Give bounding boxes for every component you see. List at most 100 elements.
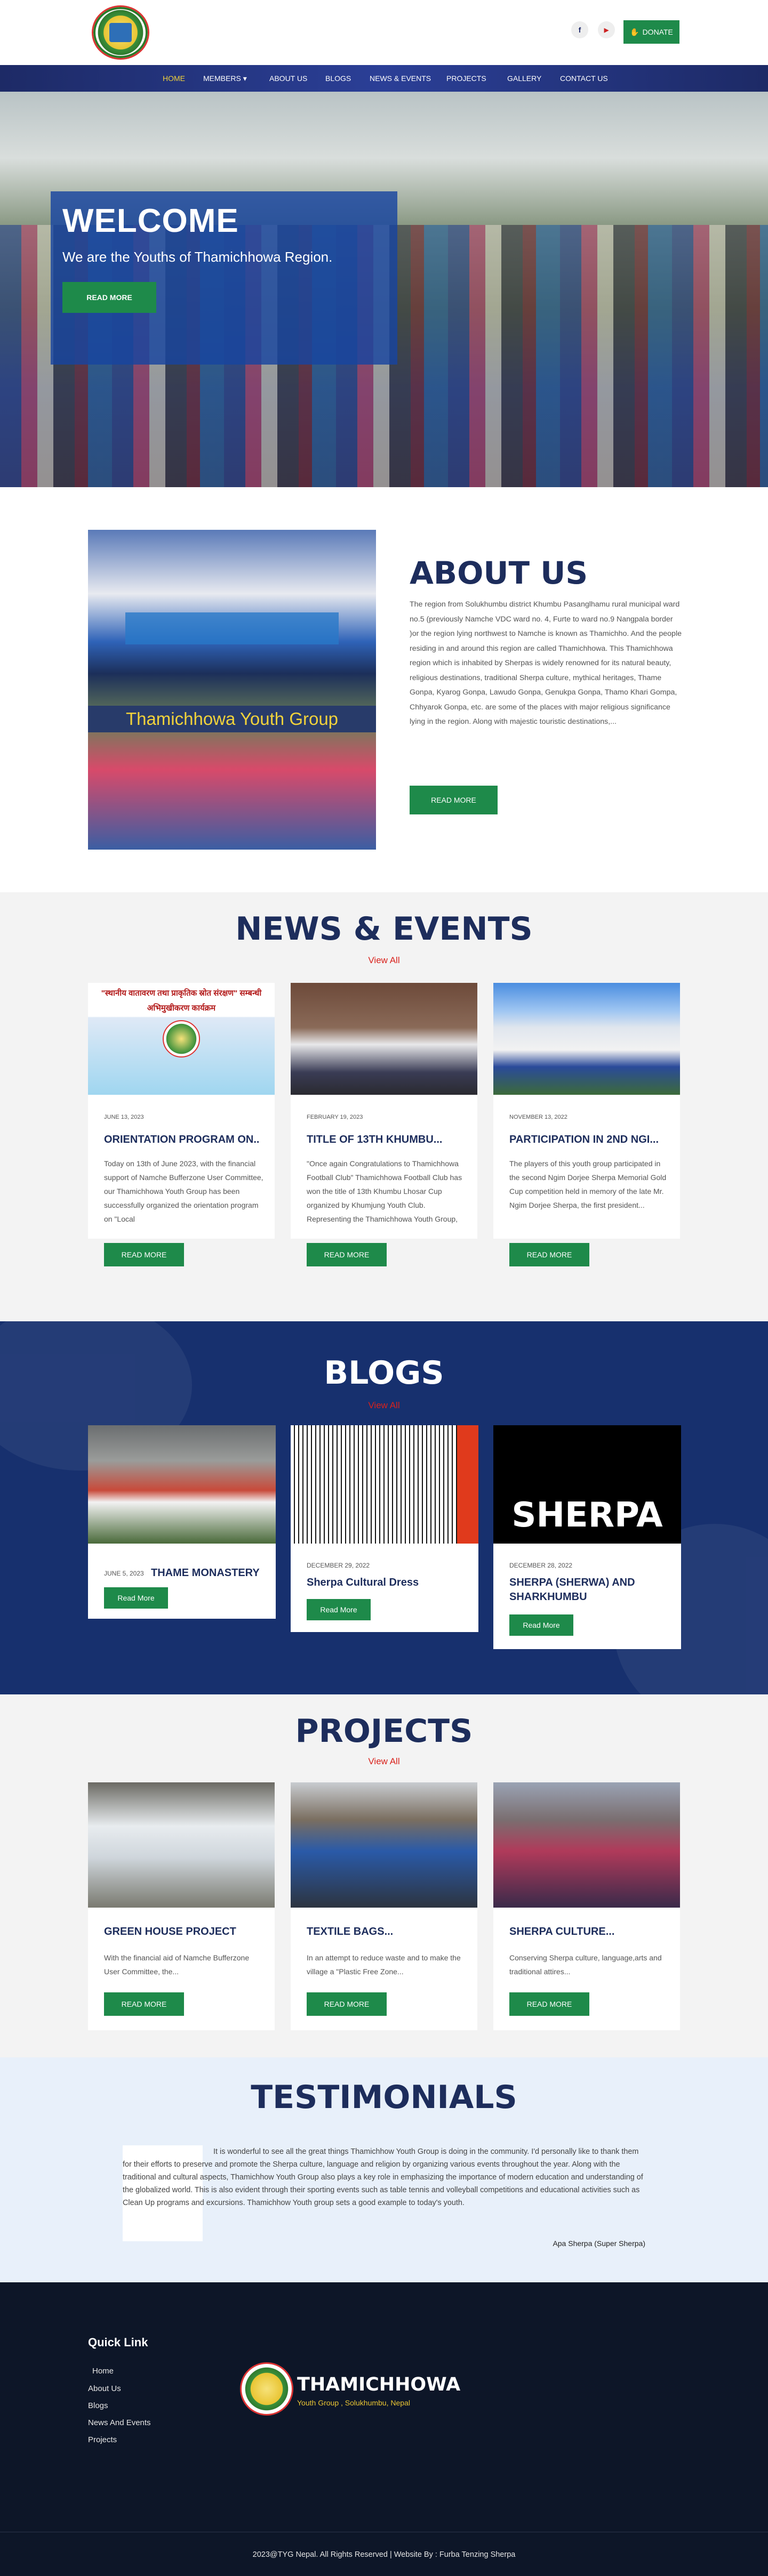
blog-date: JUNE 5, 2023 <box>104 1570 144 1577</box>
footer-link-blogs[interactable]: Blogs <box>88 2401 108 2410</box>
blog-title[interactable]: THAME MONASTERY <box>151 1566 260 1580</box>
blog-thumbnail <box>291 1425 478 1544</box>
news-thumbnail-text: "स्थानीय वातावरण तथा प्राकृतिक स्रोत संर… <box>101 989 262 1013</box>
blog-title[interactable]: Sherpa Cultural Dress <box>307 1576 419 1590</box>
footer-link-news-events[interactable]: News And Events <box>88 2418 151 2427</box>
news-card[interactable]: FEBRUARY 19, 2023 TITLE OF 13TH KHUMBU..… <box>291 983 477 1266</box>
welcome-subtitle: We are the Youths of Thamichhowa Region. <box>62 249 333 265</box>
blog-read-more-button[interactable]: Read More <box>307 1599 371 1620</box>
project-excerpt: Conserving Sherpa culture, language,arts… <box>509 1953 662 1976</box>
news-title-text[interactable]: PARTICIPATION IN 2ND NGI... <box>509 1134 664 1146</box>
news-thumbnail: "स्थानीय वातावरण तथा प्राकृतिक स्रोत संर… <box>88 983 275 1095</box>
quick-link-heading: Quick Link <box>88 2336 148 2349</box>
welcome-title: WELCOME <box>62 203 239 239</box>
footer-link-about-us[interactable]: About Us <box>88 2384 121 2393</box>
donate-button[interactable]: ✋ DONATE <box>623 20 679 44</box>
nav-members[interactable]: MEMBERS ▾ <box>203 74 247 83</box>
blog-thumbnail <box>88 1425 276 1544</box>
nav-projects[interactable]: PROJECTS <box>446 74 486 83</box>
projects-title: PROJECTS <box>295 1713 473 1750</box>
nav-about-us[interactable]: ABOUT US <box>269 74 307 83</box>
project-card[interactable]: TEXTILE BAGS... In an attempt to reduce … <box>291 1782 477 2030</box>
project-excerpt: With the financial aid of Namche Bufferz… <box>104 1953 250 1976</box>
blog-card[interactable]: JUNE 5, 2023 THAME MONASTERY Read More <box>88 1425 276 1619</box>
about-image: Thamichhowa Youth Group <box>88 530 376 850</box>
news-date: JUNE 13, 2023 <box>104 1114 144 1120</box>
news-thumbnail-emblem <box>163 1020 200 1057</box>
news-read-more-button[interactable]: READ MORE <box>307 1243 387 1266</box>
footer-logo <box>240 2362 293 2416</box>
project-title[interactable]: TEXTILE BAGS... <box>307 1926 467 1938</box>
project-read-more-button[interactable]: READ MORE <box>104 1992 184 2016</box>
nav-blogs[interactable]: BLOGS <box>325 74 351 83</box>
news-read-more-button[interactable]: READ MORE <box>104 1243 184 1266</box>
testimonials-title: TESTIMONIALS <box>251 2079 517 2116</box>
news-view-all-link[interactable]: View All <box>0 955 768 966</box>
news-card[interactable]: "स्थानीय वातावरण तथा प्राकृतिक स्रोत संर… <box>88 983 275 1266</box>
blog-card[interactable]: DECEMBER 29, 2022 Sherpa Cultural Dress … <box>291 1425 478 1632</box>
footer-link-projects[interactable]: Projects <box>88 2435 117 2444</box>
news-excerpt: The players of this youth group particip… <box>509 1159 667 1209</box>
about-image-caption: Thamichhowa Youth Group <box>88 706 376 732</box>
blog-thumbnail-text: SHERPA <box>511 1496 663 1535</box>
projects-view-all-link[interactable]: View All <box>0 1756 768 1767</box>
about-image-banner <box>125 612 339 644</box>
top-header: f ▶ ✋ DONATE <box>0 0 768 65</box>
project-title[interactable]: SHERPA CULTURE... <box>509 1926 669 1938</box>
news-events-section: NEWS & EVENTS View All "स्थानीय वातावरण … <box>0 892 768 1321</box>
news-date: FEBRUARY 19, 2023 <box>307 1114 363 1120</box>
news-card[interactable]: NOVEMBER 13, 2022 PARTICIPATION IN 2ND N… <box>493 983 680 1266</box>
project-excerpt: In an attempt to reduce waste and to mak… <box>307 1953 461 1976</box>
blog-read-more-button[interactable]: Read More <box>509 1614 573 1636</box>
blogs-section: BLOGS View All JUNE 5, 2023 THAME MONAST… <box>0 1321 768 1694</box>
blog-card[interactable]: SHERPA DECEMBER 28, 2022 SHERPA (SHERWA)… <box>493 1425 681 1649</box>
news-date: NOVEMBER 13, 2022 <box>509 1114 567 1120</box>
project-title[interactable]: GREEN HOUSE PROJECT <box>104 1926 264 1938</box>
about-section: Thamichhowa Youth Group ABOUT US The reg… <box>0 487 768 892</box>
testimonials-section: TESTIMONIALS It is wonderful to see all … <box>0 2057 768 2282</box>
nav-home[interactable]: HOME <box>163 74 185 83</box>
facebook-icon[interactable]: f <box>571 21 588 38</box>
youtube-icon[interactable]: ▶ <box>598 21 615 38</box>
news-title-text[interactable]: ORIENTATION PROGRAM ON... <box>104 1134 259 1146</box>
about-read-more-button[interactable]: READ MORE <box>410 786 498 814</box>
blog-title[interactable]: SHERPA (SHERWA) AND SHARKHUMBU <box>509 1576 669 1604</box>
news-excerpt: Today on 13th of June 2023, with the fin… <box>104 1159 263 1223</box>
footer-link-home[interactable]: Home <box>92 2367 114 2376</box>
nav-news-events[interactable]: NEWS & EVENTS <box>370 74 431 83</box>
project-read-more-button[interactable]: READ MORE <box>509 1992 589 2016</box>
project-thumbnail <box>493 1782 680 1908</box>
nav-gallery[interactable]: GALLERY <box>507 74 541 83</box>
news-thumbnail <box>493 983 680 1095</box>
logo-emblem <box>109 23 132 42</box>
copyright-text: 2023@TYG Nepal. All Rights Reserved | We… <box>252 2550 516 2559</box>
projects-section: PROJECTS View All GREEN HOUSE PROJECT Wi… <box>0 1694 768 2057</box>
site-logo[interactable] <box>92 5 149 60</box>
blog-date: DECEMBER 29, 2022 <box>307 1562 370 1569</box>
news-title-text[interactable]: TITLE OF 13TH KHUMBU... <box>307 1134 461 1146</box>
project-card[interactable]: GREEN HOUSE PROJECT With the financial a… <box>88 1782 275 2030</box>
hero-section: WELCOME We are the Youths of Thamichhowa… <box>0 92 768 487</box>
project-card[interactable]: SHERPA CULTURE... Conserving Sherpa cult… <box>493 1782 680 2030</box>
footer-tagline: Youth Group , Solukhumbu, Nepal <box>297 2399 410 2407</box>
blog-thumbnail: SHERPA <box>493 1425 681 1544</box>
about-text: The region from Solukhumbu district Khum… <box>410 600 682 726</box>
project-thumbnail <box>291 1782 477 1908</box>
news-excerpt: "Once again Congratulations to Thamichho… <box>307 1159 462 1223</box>
about-title: ABOUT US <box>410 555 588 591</box>
footer-brand: THAMICHHOWA <box>297 2374 461 2395</box>
news-read-more-button[interactable]: READ MORE <box>509 1243 589 1266</box>
blog-read-more-button[interactable]: Read More <box>104 1587 168 1609</box>
blogs-title: BLOGS <box>324 1354 444 1392</box>
project-thumbnail <box>88 1782 275 1908</box>
nav-contact-us[interactable]: CONTACT US <box>560 74 608 83</box>
blog-date: DECEMBER 28, 2022 <box>509 1562 573 1569</box>
news-thumbnail <box>291 983 477 1095</box>
main-navigation: HOME MEMBERS ▾ ABOUT US BLOGS NEWS & EVE… <box>0 65 768 92</box>
testimonial-quote: It is wonderful to see all the great thi… <box>123 2147 643 2207</box>
project-read-more-button[interactable]: READ MORE <box>307 1992 387 2016</box>
blogs-view-all-link[interactable]: View All <box>0 1400 768 1411</box>
welcome-panel: WELCOME We are the Youths of Thamichhowa… <box>51 191 397 365</box>
news-title: NEWS & EVENTS <box>235 910 533 948</box>
hero-read-more-button[interactable]: READ MORE <box>62 282 156 313</box>
